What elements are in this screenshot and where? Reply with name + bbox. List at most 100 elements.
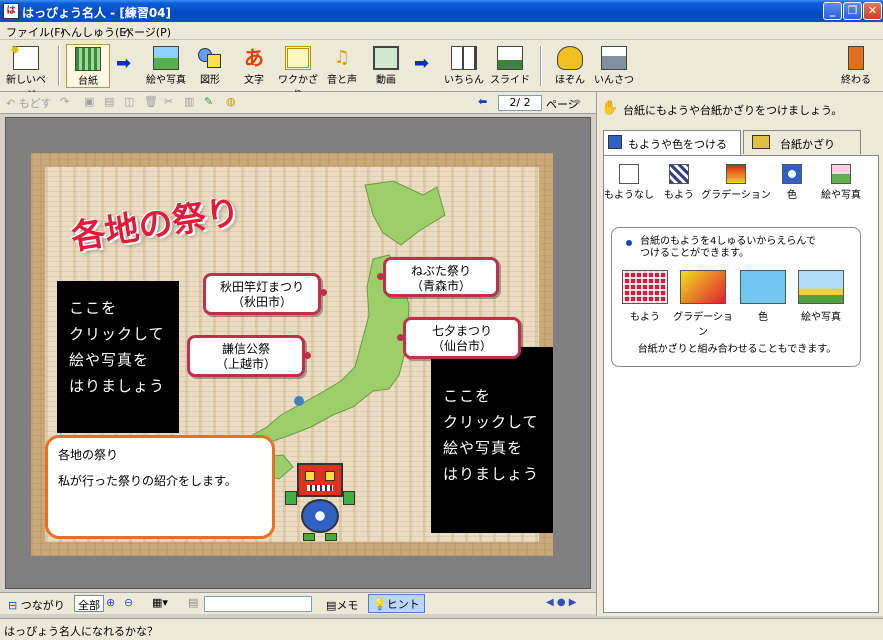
picture-icon	[831, 164, 851, 184]
shape-button[interactable]: 図形	[188, 44, 232, 88]
zoom-out-icon[interactable]: ⊖	[124, 596, 133, 609]
list-button[interactable]: いちらん	[442, 44, 486, 88]
tool-label: もよう	[664, 190, 694, 201]
callout-sendai[interactable]: 七夕まつり （仙台市）	[397, 317, 521, 359]
menu-page[interactable]: ページ(P)	[123, 24, 171, 40]
copy-icon[interactable]: ▣	[84, 95, 94, 111]
callout-joetsu[interactable]: 謙信公祭 （上越市）	[187, 335, 311, 377]
slide-label: スライド	[490, 75, 530, 86]
zoom-in-icon[interactable]: ⊕	[106, 596, 115, 609]
frame-icon	[285, 46, 311, 70]
swatch-gradation[interactable]	[680, 270, 726, 304]
swatch-pattern[interactable]	[622, 270, 668, 304]
delete-icon[interactable]: 🗑	[144, 95, 158, 111]
note-text: 私が行った祭りの紹介をします。	[58, 474, 237, 488]
image-placeholder-left[interactable]: ここを クリックして 絵や写真を はりましょう	[57, 281, 179, 433]
swatch-label: もよう	[630, 312, 660, 323]
callout-line: 秋田竿灯まつり	[219, 280, 304, 294]
frame-button[interactable]: ワクかざり	[276, 44, 320, 101]
minimize-button[interactable]: _	[823, 2, 842, 20]
menu-edit[interactable]: へんしゅう(E)	[60, 24, 131, 40]
color-button[interactable]: 色	[777, 164, 807, 201]
picture-fill-button[interactable]: 絵や写真	[815, 164, 867, 201]
tool-label: もようなし	[604, 190, 654, 201]
exit-label: 終わる	[841, 75, 871, 86]
pattern-icon	[669, 164, 689, 184]
board-label: 台紙	[78, 76, 98, 87]
links-button[interactable]: ⊟ つながり	[8, 597, 65, 613]
exit-button[interactable]: 終わる	[834, 44, 878, 88]
pattern-button[interactable]: もよう	[659, 164, 699, 201]
front-icon[interactable]: ◫	[124, 95, 134, 111]
text-button[interactable]: あ 文字	[232, 44, 276, 88]
tab-board-decoration[interactable]: 台紙かざり	[743, 130, 861, 154]
next-page-button[interactable]: ➡	[572, 95, 581, 111]
cut-icon[interactable]: ✂	[164, 95, 173, 111]
note-box[interactable]: 各地の祭り 私が行った祭りの紹介をします。	[45, 435, 275, 539]
status-text: はっぴょう名人になれるかな？	[4, 625, 158, 638]
callout-pin	[377, 273, 384, 280]
swatch-color[interactable]	[740, 270, 786, 304]
text-label: 文字	[244, 75, 264, 86]
callout-akita[interactable]: 秋田竿灯まつり （秋田市）	[203, 273, 327, 315]
save-label: ほぞん	[555, 75, 585, 86]
sound-button[interactable]: ♫ 音と声	[320, 44, 364, 88]
close-button[interactable]: ✕	[863, 2, 882, 20]
zoom-all-button[interactable]: 全部	[74, 595, 104, 612]
bullet-icon	[626, 240, 632, 246]
robot-body	[301, 499, 339, 533]
right-panel: ✋ 台紙にもようや台紙かざりをつけましょう。 もようや色をつける 台紙かざり も…	[596, 92, 883, 616]
picture-button[interactable]: 絵や写真	[144, 44, 188, 88]
new-page-button[interactable]: ✸ 新しいページ	[4, 43, 48, 101]
toolbar-separator	[540, 46, 542, 86]
print-button[interactable]: いんさつ	[592, 44, 636, 88]
slide-board[interactable]: 各地の祭り ここを クリックして 絵や写真を はりましょう ここを クリックして…	[31, 153, 553, 556]
callout-aomori[interactable]: ねぶた祭り （青森市）	[377, 257, 499, 297]
video-button[interactable]: 動画	[364, 44, 408, 88]
palette-icon[interactable]: ◍	[226, 95, 236, 111]
maximize-button[interactable]: ❐	[843, 2, 862, 20]
callout-line: （仙台市）	[431, 339, 492, 353]
toolbar-separator	[58, 46, 60, 86]
pen-icon[interactable]: ✎	[204, 95, 213, 111]
callout-line: ねぶた祭り	[410, 264, 471, 278]
robot-arm	[343, 491, 355, 505]
swatch-label: 色	[758, 312, 768, 323]
robot-eye	[305, 471, 315, 481]
note-title: 各地の祭り	[58, 448, 119, 462]
memo-input[interactable]	[204, 596, 312, 612]
grid-icon[interactable]: ▦▾	[152, 596, 168, 609]
menu-file[interactable]: ファイル(F)	[6, 24, 65, 40]
tool-label: グラデーション	[701, 190, 771, 201]
palette-icon	[608, 135, 622, 149]
gradation-button[interactable]: グラデーション	[701, 164, 771, 201]
memo-button[interactable]: ▤メモ	[326, 597, 358, 613]
canvas-area: 各地の祭り ここを クリックして 絵や写真を はりましょう ここを クリックして…	[5, 117, 591, 589]
links-label: つながり	[20, 599, 65, 612]
paste-icon[interactable]: ▤	[104, 95, 114, 111]
no-pattern-button[interactable]: もようなし	[601, 164, 657, 201]
duplicate-icon[interactable]: ▥	[184, 95, 194, 111]
slide-button[interactable]: スライド	[488, 44, 532, 88]
tab-label: もようや色をつける	[628, 138, 727, 151]
memo-label: メモ	[336, 599, 359, 612]
link-icon: ⊟	[8, 599, 18, 612]
hint-button[interactable]: 💡ヒント	[368, 594, 425, 613]
save-button[interactable]: ほぞん	[548, 44, 592, 88]
status-bar: はっぴょう名人になれるかな？	[0, 618, 883, 640]
swatch-picture[interactable]	[798, 270, 844, 304]
tab-pattern-color[interactable]: もようや色をつける	[603, 130, 741, 156]
undo-button[interactable]: ↶ もどす	[6, 95, 52, 111]
page-indicator: 2/ 2	[498, 95, 542, 111]
board-button[interactable]: 台紙	[66, 44, 110, 88]
scroll-nav[interactable]: ◀ ● ▶	[546, 597, 576, 608]
slide-title[interactable]: 各地の祭り	[67, 184, 243, 259]
robot-mouth	[307, 485, 333, 491]
robot-foot	[325, 533, 337, 541]
prev-page-button[interactable]: ⬅	[478, 95, 487, 111]
hint-label: ヒント	[386, 598, 420, 611]
info-footer: 台紙かざりと組み合わせることもできます。	[637, 344, 837, 355]
list-icon	[451, 46, 477, 70]
image-placeholder-right[interactable]: ここを クリックして 絵や写真を はりましょう	[431, 347, 553, 533]
redo-button[interactable]: ↷	[60, 95, 69, 111]
